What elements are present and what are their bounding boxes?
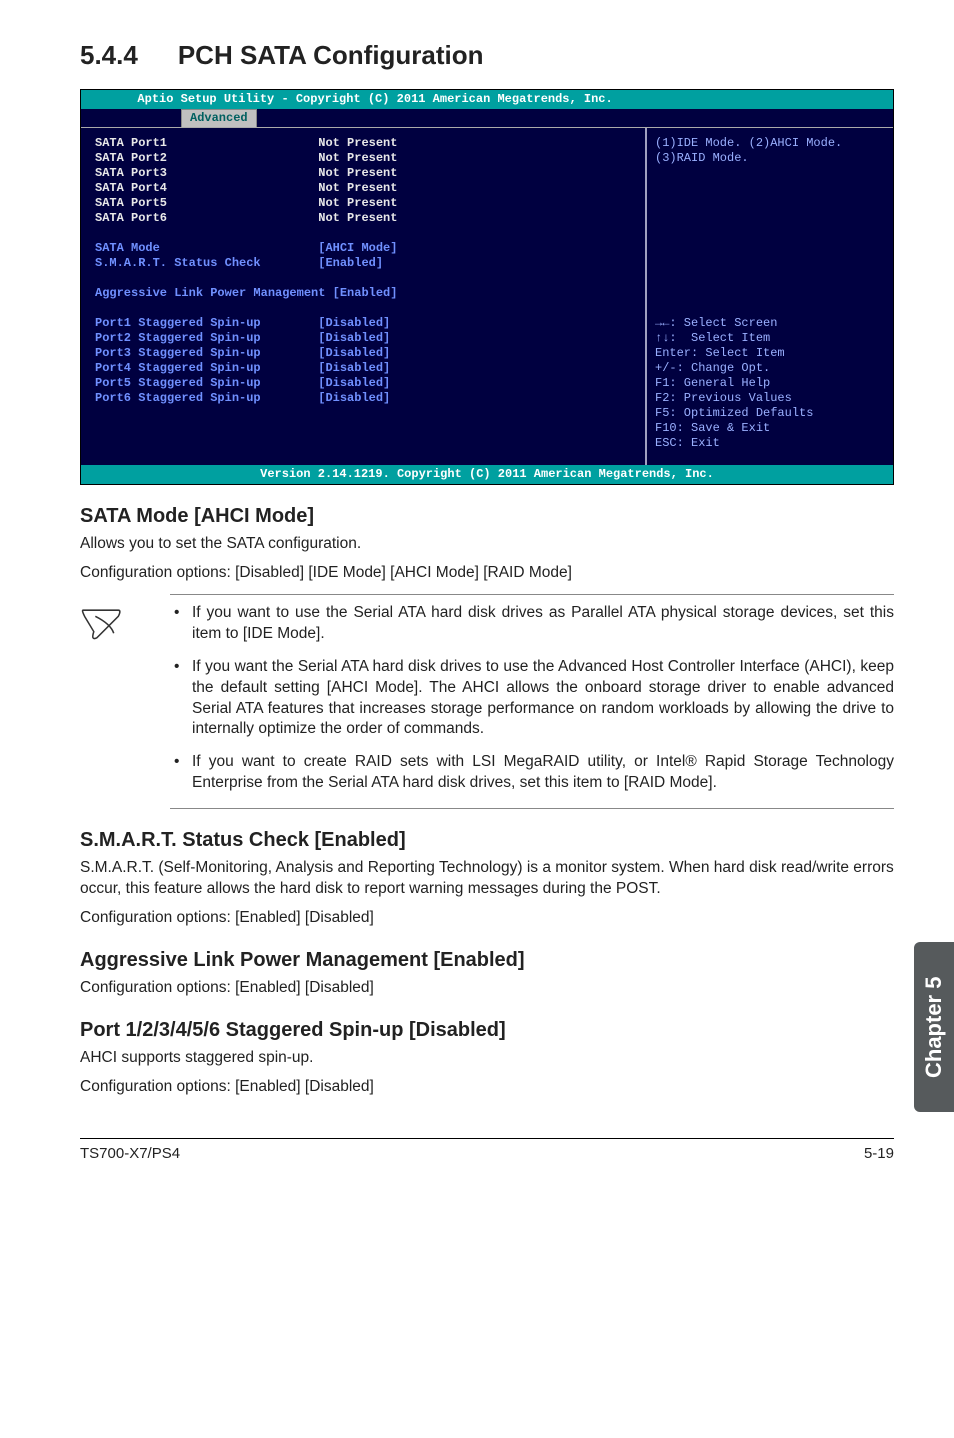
para-sata-mode-1: Allows you to set the SATA configuration… — [80, 534, 894, 555]
bios-tab-advanced: Advanced — [181, 109, 257, 127]
note-bullet-3: If you want to create RAID sets with LSI… — [170, 752, 894, 794]
section-heading: 5.4.4 PCH SATA Configuration — [80, 40, 894, 71]
heading-sata-mode: SATA Mode [AHCI Mode] — [80, 505, 894, 528]
para-aggr-1: Configuration options: [Enabled] [Disabl… — [80, 978, 894, 999]
bios-left-pane: SATA Port1 Not Present SATA Port2 Not Pr… — [81, 128, 645, 465]
heading-aggr: Aggressive Link Power Management [Enable… — [80, 949, 894, 972]
para-ports-1: AHCI supports staggered spin-up. — [80, 1048, 894, 1069]
footer-right: 5-19 — [864, 1145, 894, 1162]
bios-screenshot: Aptio Setup Utility - Copyright (C) 2011… — [80, 89, 894, 485]
heading-ports: Port 1/2/3/4/5/6 Staggered Spin-up [Disa… — [80, 1019, 894, 1042]
chapter-tab: Chapter 5 — [914, 942, 954, 1112]
para-sata-mode-2: Configuration options: [Disabled] [IDE M… — [80, 563, 894, 584]
section-title-text: PCH SATA Configuration — [178, 40, 484, 70]
bios-footer-bar: Version 2.14.1219. Copyright (C) 2011 Am… — [81, 465, 893, 484]
note-box: If you want to use the Serial ATA hard d… — [80, 594, 894, 809]
bios-title-bar: Aptio Setup Utility - Copyright (C) 2011… — [81, 90, 893, 109]
para-smart-1: S.M.A.R.T. (Self-Monitoring, Analysis an… — [80, 858, 894, 900]
bios-tab-row: Advanced — [81, 109, 893, 127]
heading-smart: S.M.A.R.T. Status Check [Enabled] — [80, 829, 894, 852]
note-bullet-2: If you want the Serial ATA hard disk dri… — [170, 657, 894, 741]
footer-left: TS700-X7/PS4 — [80, 1145, 180, 1162]
page-footer: TS700-X7/PS4 5-19 — [80, 1138, 894, 1162]
bios-right-pane: (1)IDE Mode. (2)AHCI Mode. (3)RAID Mode.… — [645, 128, 893, 465]
note-bullet-1: If you want to use the Serial ATA hard d… — [170, 603, 894, 645]
para-smart-2: Configuration options: [Enabled] [Disabl… — [80, 908, 894, 929]
section-number: 5.4.4 — [80, 40, 138, 70]
para-ports-2: Configuration options: [Enabled] [Disabl… — [80, 1077, 894, 1098]
note-icon — [80, 603, 170, 646]
